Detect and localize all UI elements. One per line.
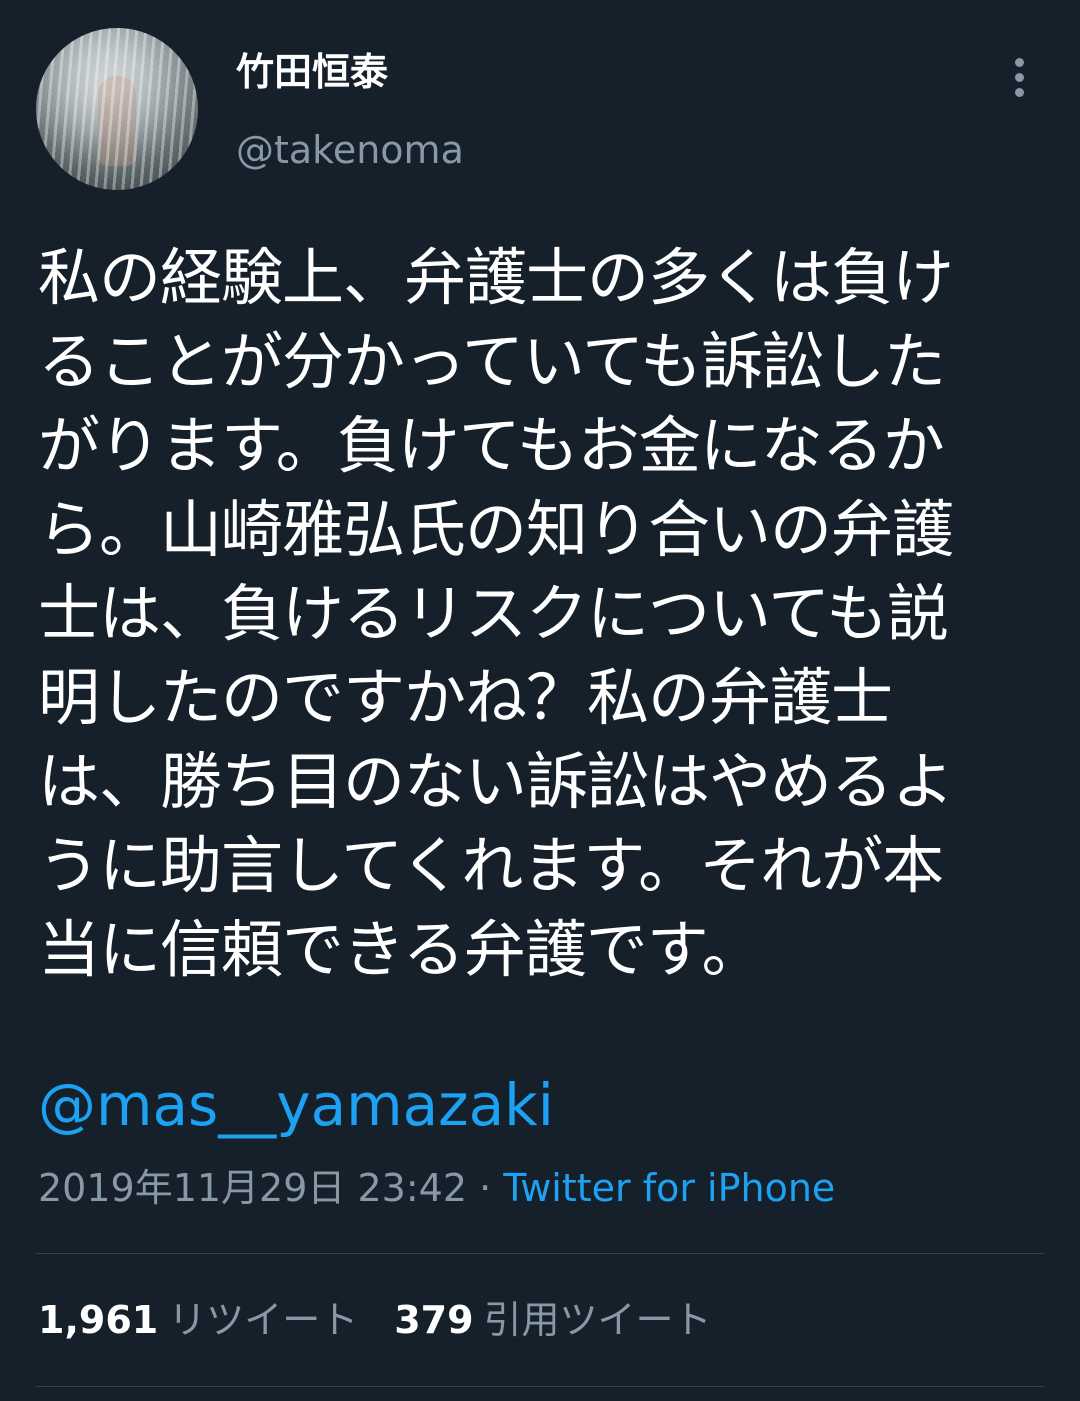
tweet-meta: 2019年11月29日 23:42 · Twitter for iPhone: [38, 1162, 835, 1214]
quotes-stat[interactable]: 379 引用ツイート: [394, 1294, 711, 1346]
retweets-count: 1,961: [38, 1298, 159, 1342]
more-vertical-icon-dot: [1015, 73, 1024, 82]
tweet-text-line: 私の経験上、弁護士の多くは負け: [38, 241, 954, 314]
display-name[interactable]: 竹田恒泰: [236, 44, 388, 100]
tweet-text-line: ら。山崎雅弘氏の知り合いの弁護: [38, 493, 954, 566]
tweet-text: 私の経験上、弁護士の多くは負け ることが分かっていても訴訟した がります。負けて…: [38, 236, 1038, 992]
tweet-text-line: がります。負けてもお金になるか: [38, 409, 945, 482]
source-link[interactable]: Twitter for iPhone: [503, 1166, 835, 1210]
more-options-button[interactable]: [1000, 52, 1040, 102]
avatar-waterfall: [36, 28, 198, 190]
divider: [36, 1253, 1044, 1254]
avatar[interactable]: [36, 28, 198, 190]
mention-link[interactable]: @mas__yamazaki: [38, 1070, 554, 1140]
tweet-text-line: 当に信頼できる弁護です。: [38, 913, 764, 986]
timestamp[interactable]: 2019年11月29日 23:42: [38, 1166, 467, 1210]
user-handle[interactable]: @takenoma: [236, 122, 464, 178]
engagement-stats: 1,961 リツイート 379 引用ツイート: [38, 1294, 748, 1346]
meta-separator: ·: [467, 1166, 504, 1210]
tweet-detail: 竹田恒泰 @takenoma 私の経験上、弁護士の多くは負け ることが分かってい…: [0, 0, 1080, 1401]
divider: [36, 1386, 1044, 1387]
retweets-label: リツイート: [168, 1298, 359, 1342]
retweets-stat[interactable]: 1,961 リツイート: [38, 1294, 358, 1346]
tweet-text-line: 明したのですかね？私の弁護士: [38, 661, 893, 734]
quotes-label: 引用ツイート: [483, 1298, 712, 1342]
more-vertical-icon-dot: [1015, 88, 1024, 97]
more-vertical-icon: [1015, 58, 1024, 67]
tweet-text-line: 士は、負けるリスクについても説: [38, 577, 949, 650]
tweet-text-line: うに助言してくれます。それが本: [38, 829, 944, 902]
tweet-text-line: ることが分かっていても訴訟した: [38, 325, 946, 398]
quotes-count: 379: [394, 1298, 474, 1342]
tweet-text-line: は、勝ち目のない訴訟はやめるよ: [38, 745, 954, 818]
